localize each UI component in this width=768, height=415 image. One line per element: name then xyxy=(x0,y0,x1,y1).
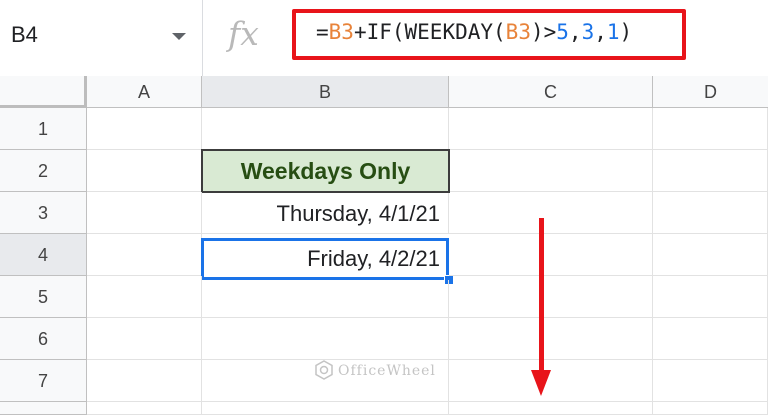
row-header-5[interactable]: 5 xyxy=(0,276,87,318)
annotation-arrow-line xyxy=(539,218,544,373)
cell-a4[interactable] xyxy=(87,234,202,276)
cell-b1[interactable] xyxy=(202,108,449,150)
watermark-text: OfficeWheel xyxy=(338,363,436,379)
row-header-8[interactable] xyxy=(0,402,87,415)
cell-b8[interactable] xyxy=(202,402,449,415)
officewheel-logo-icon xyxy=(315,360,333,380)
chevron-down-icon[interactable] xyxy=(172,33,186,40)
column-header-d[interactable]: D xyxy=(653,76,768,108)
cell-a6[interactable] xyxy=(87,318,202,360)
cell-c4[interactable] xyxy=(449,234,653,276)
cell-a8[interactable] xyxy=(87,402,202,415)
formula-part: , xyxy=(594,20,607,44)
formula-number: 5 xyxy=(556,20,569,44)
cell-c7[interactable] xyxy=(449,360,653,402)
formula-part: ) xyxy=(619,20,633,44)
select-all-corner[interactable] xyxy=(0,76,87,108)
cell-c8[interactable] xyxy=(449,402,653,415)
cell-c3[interactable] xyxy=(449,192,653,234)
row-header-7[interactable]: 7 xyxy=(0,360,87,402)
cell-c2[interactable] xyxy=(450,150,653,192)
name-box[interactable]: B4 xyxy=(0,0,203,76)
column-header-b[interactable]: B xyxy=(202,76,449,108)
formula-part: )> xyxy=(530,20,557,44)
cell-d3[interactable] xyxy=(653,192,768,234)
row-header-3[interactable]: 3 xyxy=(0,192,87,234)
column-header-a[interactable]: A xyxy=(87,76,202,108)
cell-a5[interactable] xyxy=(87,276,202,318)
cell-d5[interactable] xyxy=(653,276,768,318)
cell-a1[interactable] xyxy=(87,108,202,150)
cell-d1[interactable] xyxy=(653,108,768,150)
formula-number: 1 xyxy=(606,20,620,44)
formula-input[interactable]: =B3+IF(WEEKDAY(B3)>5,3,1) xyxy=(316,20,632,44)
cell-a2[interactable] xyxy=(87,150,202,192)
column-header-c[interactable]: C xyxy=(449,76,653,108)
formula-part: = xyxy=(316,20,329,44)
cell-b5[interactable] xyxy=(202,280,449,318)
fx-icon: fx xyxy=(228,14,259,53)
row-header-4[interactable]: 4 xyxy=(0,234,87,276)
cell-c6[interactable] xyxy=(449,318,653,360)
formula-cell-ref: B3 xyxy=(328,20,354,44)
cell-b2[interactable]: Weekdays Only xyxy=(201,149,450,193)
cell-d7[interactable] xyxy=(653,360,768,402)
cell-b6[interactable] xyxy=(202,318,449,360)
row-header-2[interactable]: 2 xyxy=(0,150,87,192)
arrow-down-icon xyxy=(531,370,551,396)
row-header-1[interactable]: 1 xyxy=(0,108,87,150)
cell-d4[interactable] xyxy=(653,234,768,276)
cell-d6[interactable] xyxy=(653,318,768,360)
cell-a7[interactable] xyxy=(87,360,202,402)
row-header-6[interactable]: 6 xyxy=(0,318,87,360)
formula-number: 3 xyxy=(581,20,595,44)
formula-bar: B4 fx =B3+IF(WEEKDAY(B3)>5,3,1) xyxy=(0,0,768,77)
cell-c5[interactable] xyxy=(449,276,653,318)
formula-cell-ref: B3 xyxy=(505,20,531,44)
cell-b3[interactable]: Thursday, 4/1/21 xyxy=(202,193,449,234)
cell-a3[interactable] xyxy=(87,192,202,234)
cell-b4[interactable]: Friday, 4/2/21 xyxy=(201,238,449,280)
formula-part: +IF(WEEKDAY( xyxy=(353,20,506,44)
cell-d2[interactable] xyxy=(653,150,768,192)
cell-d8[interactable] xyxy=(653,402,768,415)
cell-c1[interactable] xyxy=(449,108,653,150)
formula-part: , xyxy=(568,20,582,44)
name-box-value[interactable]: B4 xyxy=(11,22,38,48)
